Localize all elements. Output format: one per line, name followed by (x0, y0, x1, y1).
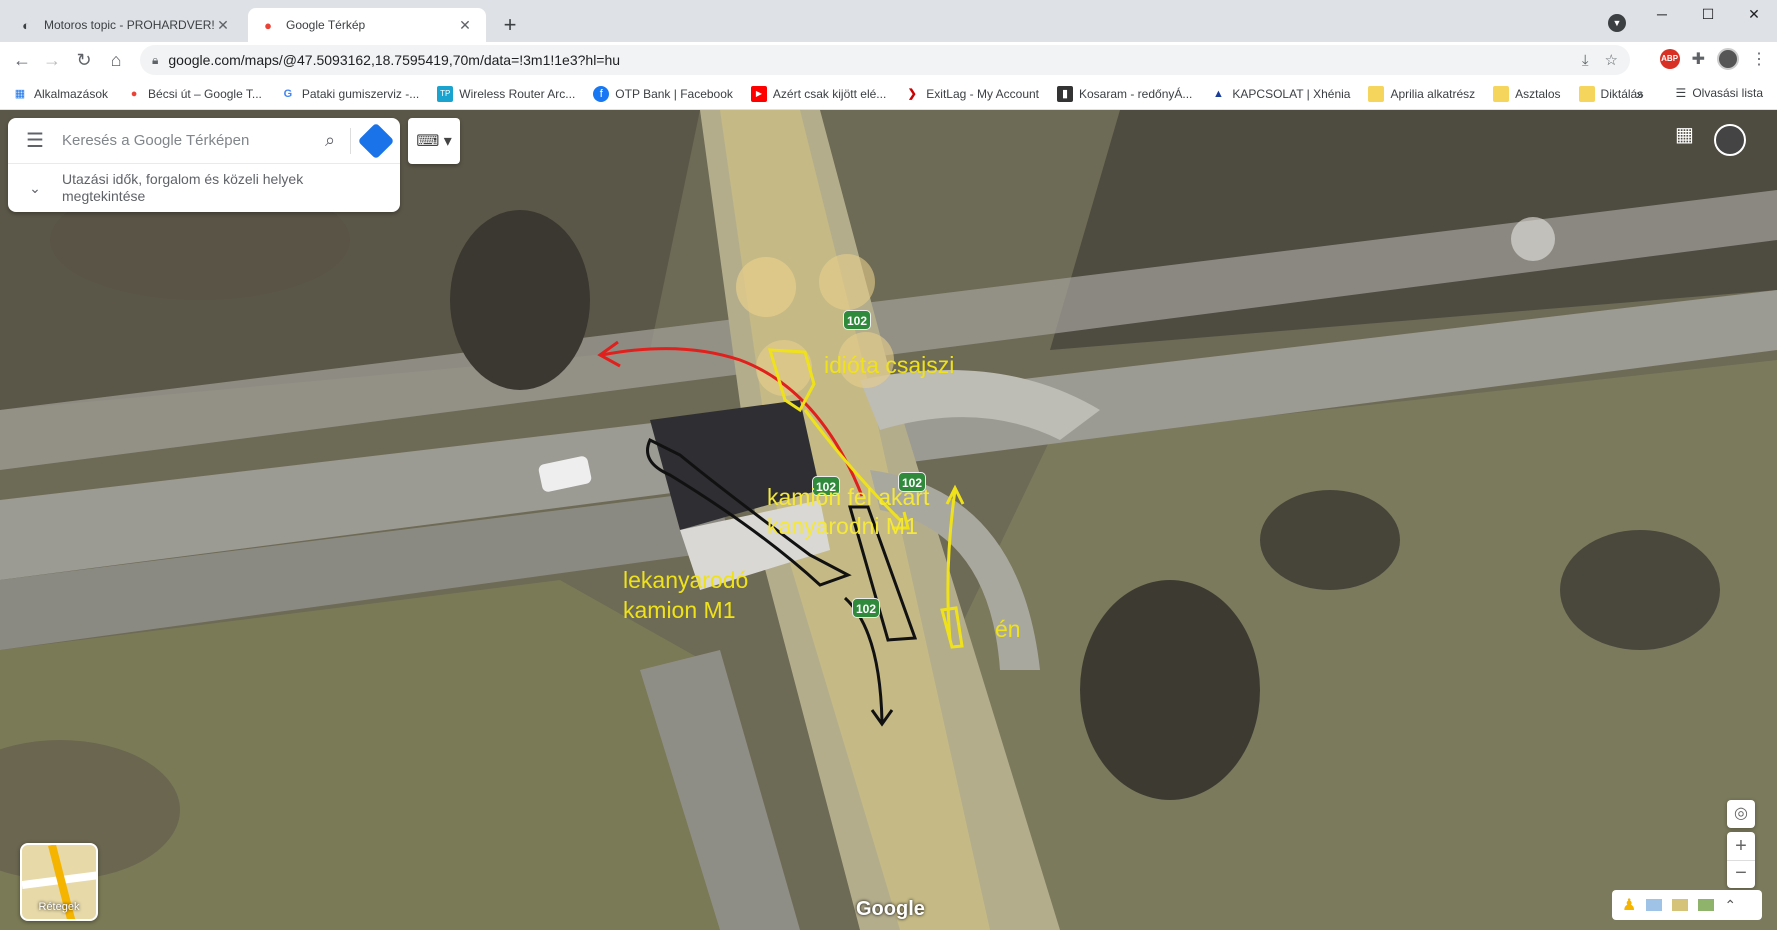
hamburger-menu-icon[interactable]: ☰ (8, 128, 62, 153)
address-bar[interactable]: 🔒︎ google.com/maps/@47.5093162,18.759541… (140, 45, 1630, 75)
map-bottom-controls: ♟ ⌃ (1612, 890, 1762, 920)
bookmark-item[interactable]: ▲ KAPCSOLAT | Xhénia (1210, 86, 1351, 102)
annotation-me: én (995, 616, 1021, 642)
input-tools-button[interactable]: ⌨ ▾ (408, 118, 460, 164)
google-g-icon: G (283, 87, 293, 100)
reload-icon[interactable]: ↻ (70, 46, 98, 74)
annotation-turning-1: lekanyarodó (623, 567, 749, 593)
folder-icon (1493, 85, 1510, 102)
close-window-icon[interactable]: ✕ (1731, 0, 1777, 30)
close-icon[interactable]: ✕ (456, 17, 474, 34)
imagery-thumb-icon[interactable] (1646, 899, 1663, 911)
bookmark-folder[interactable]: Aprilia alkatrész (1368, 85, 1475, 102)
bookmark-folder[interactable]: Asztalos (1493, 85, 1561, 102)
extensions-puzzle-icon[interactable]: ✚ (1692, 49, 1705, 69)
chevron-down-icon[interactable]: ⌄ (8, 180, 62, 197)
bookmark-item[interactable]: ▶ Azért csak kijött elé... (750, 85, 886, 102)
bookmark-item[interactable]: ▮ Kosaram - redőnyÁ... (1057, 85, 1192, 102)
kebab-menu-icon[interactable]: ⋮ (1751, 49, 1767, 69)
bookmark-item[interactable]: ● Bécsi út – Google T... (126, 86, 262, 102)
bookmark-star-icon[interactable]: ☆ (1605, 51, 1618, 69)
pegman-icon[interactable]: ♟ (1622, 895, 1636, 915)
satellite-map[interactable]: 102 102 102 102 idióta csajszi kamion fe… (0, 110, 1777, 930)
profile-avatar[interactable] (1717, 48, 1739, 70)
bookmarks-bar: ▦ Alkalmazások ● Bécsi út – Google T... GP… (0, 78, 1777, 110)
adblock-extension-icon[interactable]: ABP (1659, 49, 1680, 69)
maps-pin-icon: ● (130, 87, 138, 100)
tab-strip: ◐ Motoros topic - PROHARDVER! H ✕ ● Goog… (0, 0, 1777, 42)
maps-pin-icon: ● (264, 17, 272, 33)
bookmark-item[interactable]: ▦ Alkalmazások (12, 86, 108, 102)
expand-icon[interactable]: ⌃ (1724, 897, 1736, 914)
lock-icon[interactable]: 🔒︎ (152, 53, 158, 68)
google-apps-icon[interactable]: ▦ (1675, 122, 1694, 147)
keyboard-icon: ⌨ ▾ (416, 133, 452, 150)
zoom-controls: + − (1727, 832, 1755, 888)
back-icon[interactable]: ← (8, 46, 36, 74)
directions-button[interactable] (350, 122, 400, 159)
bookmark-item[interactable]: ❯ ExitLag - My Account (904, 86, 1039, 102)
account-avatar[interactable] (1714, 124, 1746, 156)
home-icon[interactable]: ⌂ (102, 46, 130, 74)
apps-grid-icon: ▦ (14, 88, 26, 100)
folder-icon (1578, 85, 1595, 102)
prohardver-icon: ◐ (22, 17, 30, 33)
browser-toolbar: ← → ↻ ⌂ 🔒︎ google.com/maps/@47.5093162,1… (0, 42, 1777, 78)
annotation-truck-wanted-2: kanyarodni M1 (767, 513, 918, 539)
bookmarks-overflow-button[interactable]: » (1636, 86, 1644, 102)
minimize-icon[interactable]: ─ (1639, 0, 1685, 30)
new-tab-button[interactable]: + (496, 12, 524, 40)
bookmark-folder[interactable]: Diktálás (1578, 85, 1643, 102)
annotation-idiot: idióta csajszi (824, 352, 955, 378)
imagery-thumb-icon[interactable] (1698, 899, 1715, 911)
my-location-icon[interactable]: ◎ (1727, 800, 1755, 828)
forward-icon[interactable]: → (38, 46, 66, 74)
layers-label: Rétegek (38, 901, 80, 913)
maximize-icon[interactable]: ☐ (1685, 0, 1731, 30)
bookmark-item[interactable]: G Pataki gumiszerviz -... (280, 86, 420, 102)
tab-title: Google Térkép (286, 18, 366, 32)
tab-prohardver[interactable]: ◐ Motoros topic - PROHARDVER! H ✕ (6, 8, 244, 42)
bookmark-item[interactable]: f OTP Bank | Facebook (593, 85, 733, 102)
directions-icon (357, 122, 394, 159)
layers-button[interactable]: Rétegek (20, 843, 98, 921)
zoom-in-icon[interactable]: + (1727, 832, 1755, 860)
annotation-truck-wanted-1: kamion fel akart (767, 484, 930, 510)
reading-list-icon: ☰ (1675, 86, 1687, 100)
route-shield: 102 (852, 598, 880, 618)
search-row: ☰ ⌕ (8, 118, 400, 164)
route-shield: 102 (843, 310, 871, 330)
tab-title: Motoros topic - PROHARDVER! H (44, 18, 214, 32)
tab-google-maps[interactable]: ● Google Térkép ✕ (248, 8, 486, 42)
imagery-thumb-icon[interactable] (1672, 899, 1689, 911)
facebook-icon: f (593, 85, 610, 102)
url-text[interactable]: google.com/maps/@47.5093162,18.7595419,7… (168, 52, 1566, 68)
reading-list-button[interactable]: ☰ Olvasási lista (1676, 86, 1763, 100)
exitlag-icon: ❯ (907, 88, 917, 100)
close-icon[interactable]: ✕ (214, 17, 232, 34)
explore-hint-text: Utazási idők, forgalom és közeli helyek … (62, 171, 304, 204)
google-logo: Google (856, 898, 925, 920)
tp-link-icon: TP (437, 85, 454, 102)
annotation-turning-2: kamion M1 (623, 597, 736, 623)
xhenia-icon: ▲ (1212, 87, 1224, 100)
search-icon[interactable]: ⌕ (310, 130, 350, 151)
shop-icon: ▮ (1057, 85, 1073, 102)
folder-icon (1368, 85, 1385, 102)
map-search-panel: ☰ ⌕ ⌄ Utazási idők, forgalom és közeli h… (8, 118, 400, 212)
explore-hint-row[interactable]: ⌄ Utazási idők, forgalom és közeli helye… (8, 164, 400, 212)
install-icon[interactable]: ⤓ (1582, 52, 1589, 69)
search-input[interactable] (62, 132, 310, 149)
window-controls: ─ ☐ ✕ (1639, 0, 1777, 30)
bookmark-item[interactable]: TP Wireless Router Arc... (437, 85, 575, 102)
zoom-out-icon[interactable]: − (1727, 860, 1755, 888)
tab-search-icon[interactable]: ▼ (1608, 14, 1626, 32)
extensions-area: ABP ✚ ⋮ (1659, 48, 1767, 70)
youtube-icon: ▶ (750, 85, 767, 102)
